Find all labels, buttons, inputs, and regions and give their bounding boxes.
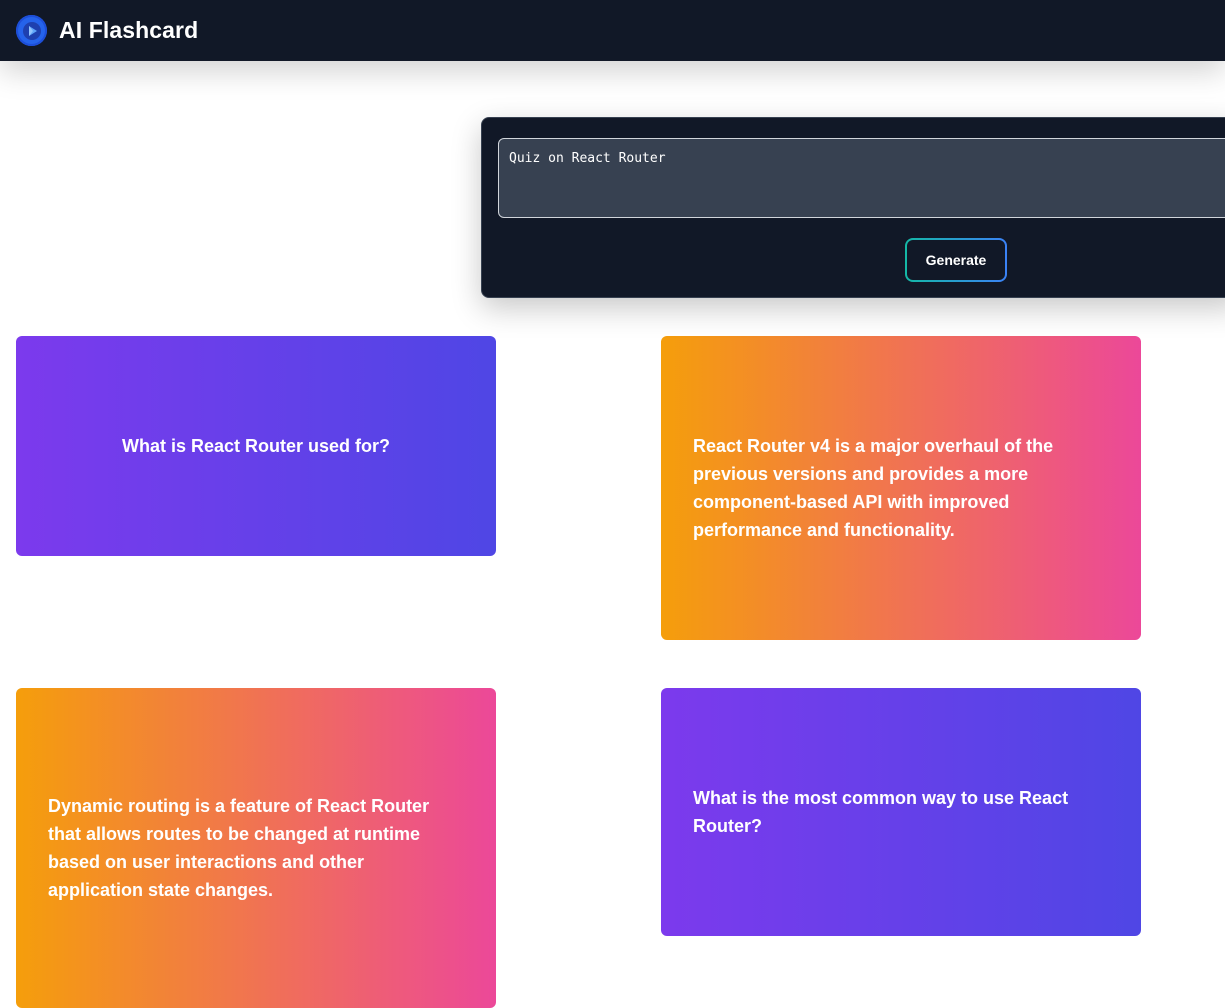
flashcard[interactable]: Dynamic routing is a feature of React Ro… <box>16 688 496 1008</box>
generate-button-border: Generate <box>905 238 1007 282</box>
generator-panel: Generate <box>481 117 1225 298</box>
flashcard[interactable]: What is React Router used for? <box>16 336 496 556</box>
flashcard-text: Dynamic routing is a feature of React Ro… <box>48 796 430 900</box>
generate-button[interactable]: Generate <box>907 240 1005 280</box>
flashcard[interactable]: React Router v4 is a major overhaul of t… <box>661 336 1141 640</box>
flashcard-text: React Router v4 is a major overhaul of t… <box>693 436 1054 540</box>
flashcard-text: What is React Router used for? <box>121 436 391 456</box>
flashcard-text: What is the most common way to use React… <box>693 788 1069 836</box>
app-title[interactable]: AI Flashcard <box>59 17 198 44</box>
flashcard[interactable]: What is the most common way to use React… <box>661 688 1141 936</box>
play-logo-icon[interactable] <box>16 15 47 46</box>
prompt-input[interactable] <box>498 138 1225 218</box>
top-navbar: AI Flashcard <box>0 0 1225 61</box>
